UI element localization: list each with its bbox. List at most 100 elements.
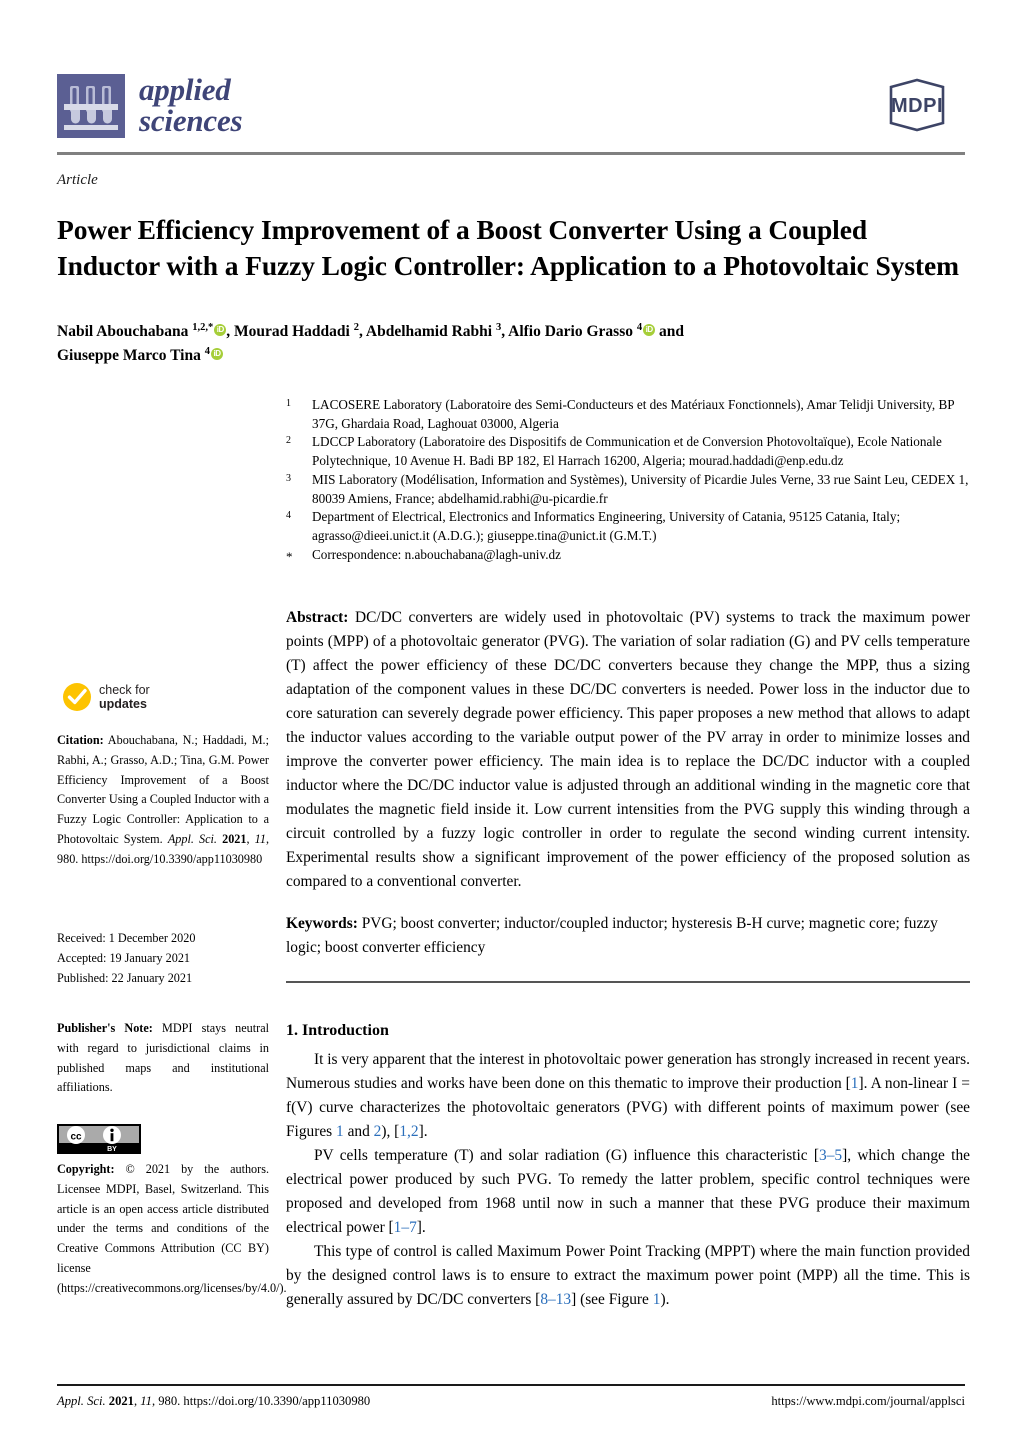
- publishers-note-label: Publisher's Note:: [57, 1021, 153, 1035]
- author-name: Giuseppe Marco Tina: [57, 347, 205, 365]
- footer-journal-name: Appl. Sci.: [57, 1394, 106, 1408]
- abstract: Abstract: DC/DC converters are widely us…: [286, 606, 970, 894]
- citation-space: ,: [246, 831, 255, 846]
- article-type: Article: [57, 172, 98, 188]
- citation-journal: Appl. Sci.: [167, 831, 217, 846]
- affiliation-marker: 1: [286, 398, 291, 409]
- footer-divider: [57, 1384, 965, 1386]
- test-tube-rack-icon: [57, 74, 125, 138]
- author-affiliation-marker: 1,2,*: [192, 322, 214, 333]
- paragraph-text: ].: [418, 1123, 428, 1141]
- section-heading-introduction: 1. Introduction: [286, 1022, 389, 1039]
- footer-volume: 11: [140, 1394, 152, 1408]
- paragraph: PV cells temperature (T) and solar radia…: [286, 1144, 970, 1240]
- copyright-block: Copyright: © 2021 by the authors. Licens…: [57, 1160, 287, 1298]
- author-name: Mourad Haddadi: [234, 323, 354, 341]
- author-separator: and: [655, 323, 684, 341]
- journal-title: applied sciences: [139, 72, 243, 138]
- orcid-icon[interactable]: iD: [643, 324, 656, 337]
- author-line-2: Giuseppe Marco Tina 4 iD: [57, 344, 967, 368]
- footer-journal-url[interactable]: https://www.mdpi.com/journal/applsci: [771, 1394, 965, 1409]
- affiliation-item: 2 LDCCP Laboratory (Laboratoire des Dispo…: [286, 433, 971, 470]
- abstract-divider: [286, 981, 970, 983]
- paragraph-text: and: [343, 1123, 374, 1141]
- abstract-text: DC/DC converters are widely used in phot…: [286, 609, 970, 891]
- affiliation-item: 3 MIS Laboratory (Modélisation, Informati…: [286, 471, 971, 508]
- publication-date: Published: 22 January 2021: [57, 970, 193, 985]
- paper-page: applied sciences MDPI Article Power Effi…: [0, 0, 1020, 1442]
- publishers-note: Publisher's Note: MDPI stays neutral wit…: [57, 1019, 269, 1098]
- journal-title-line2: sciences: [139, 103, 243, 138]
- paragraph-text: ).: [660, 1291, 670, 1309]
- footer-article-number: 980: [158, 1394, 178, 1408]
- author-separator: ,: [358, 323, 366, 341]
- footer-doi[interactable]: https://doi.org/10.3390/app11030980: [183, 1394, 370, 1408]
- introduction-body: It is very apparent that the interest in…: [286, 1048, 970, 1312]
- footer-year: 2021: [108, 1394, 134, 1408]
- affiliation-text: Correspondence: n.abouchabana@lagh-univ.…: [312, 546, 561, 562]
- citation-link[interactable]: 3–5: [819, 1147, 842, 1164]
- svg-text:BY: BY: [107, 1146, 117, 1153]
- svg-text:MDPI: MDPI: [891, 95, 943, 117]
- affiliation-marker: *: [286, 548, 293, 564]
- paragraph-text: ] (see Figure: [571, 1291, 653, 1309]
- orcid-icon[interactable]: iD: [210, 348, 223, 361]
- citation-year: 2021: [222, 831, 247, 846]
- affiliation-list: 1 LACOSERE Laboratory (Laboratoire des Se…: [286, 396, 971, 566]
- footer-citation: Appl. Sci. 2021, 11, 980. https://doi.or…: [57, 1394, 370, 1409]
- author-name: Nabil Abouchabana: [57, 323, 193, 341]
- affiliation-item: 4 Department of Electrical, Electronics a…: [286, 508, 971, 545]
- journal-title-line1: applied: [139, 72, 231, 108]
- citation-link[interactable]: 1,2: [399, 1123, 418, 1140]
- citation-volume: 11: [254, 831, 266, 846]
- affiliation-text: MIS Laboratory (Modélisation, Informatio…: [312, 471, 969, 506]
- affiliation-marker: 2: [286, 435, 291, 447]
- citation-link[interactable]: 1: [851, 1075, 859, 1092]
- citation-doi[interactable]: https://doi.org/10.3390/app11030980: [81, 852, 262, 866]
- keywords-label: Keywords:: [286, 915, 358, 932]
- page-title: Power Efficiency Improvement of a Boost …: [57, 214, 959, 282]
- check-for-updates-label: check for updates: [99, 683, 150, 712]
- keywords: Keywords: PVG; boost converter; inductor…: [286, 912, 970, 960]
- author-affiliation-marker: 4: [204, 346, 210, 358]
- paragraph-text: ), [: [381, 1123, 400, 1141]
- creative-commons-by-icon[interactable]: cc BY: [57, 1124, 141, 1154]
- check-updates-line1: check for: [99, 682, 150, 697]
- masthead: applied sciences MDPI: [57, 70, 965, 148]
- citation-link[interactable]: 1: [336, 1123, 344, 1140]
- copyright-label: Copyright:: [57, 1162, 115, 1176]
- affiliation-marker: 4: [286, 510, 291, 522]
- author-line-1: Nabil Abouchabana 1,2,* iD, Mourad Haddad…: [57, 320, 967, 344]
- publication-date: Received: 1 December 2020: [57, 931, 196, 945]
- copyright-text: © 2021 by the authors. Licensee MDPI, Ba…: [57, 1162, 287, 1295]
- affiliation-item: 1 LACOSERE Laboratory (Laboratoire des Se…: [286, 396, 971, 433]
- author-name: Abdelhamid Rabhi: [365, 323, 496, 341]
- citation-block: Citation: Abouchabana, N.; Haddadi, M.; …: [57, 731, 269, 869]
- citation-authors-title: Abouchabana, N.; Haddadi, M.; Rabhi, A.;…: [57, 733, 269, 846]
- paragraph: This type of control is called Maximum P…: [286, 1240, 970, 1312]
- header-divider: [57, 152, 965, 155]
- citation-space: ,: [265, 831, 270, 846]
- paragraph-text: ].: [416, 1219, 426, 1237]
- check-circle-icon: [63, 683, 91, 711]
- paragraph-text: PV cells temperature (T) and solar radia…: [314, 1147, 819, 1165]
- author-separator: ,: [226, 323, 234, 341]
- mdpi-logo[interactable]: MDPI: [869, 78, 965, 132]
- affiliation-text: LDCCP Laboratory (Laboratoire des Dispos…: [312, 434, 942, 469]
- citation-label: Citation:: [57, 733, 104, 747]
- orcid-icon[interactable]: iD: [214, 324, 227, 337]
- publication-date: Accepted: 19 January 2021: [57, 950, 191, 965]
- citation-link[interactable]: 1–7: [394, 1219, 417, 1236]
- citation-article-number: 980: [57, 851, 76, 866]
- citation-link[interactable]: 8–13: [540, 1291, 571, 1308]
- author-affiliation-marker: 4: [636, 322, 643, 333]
- abstract-label: Abstract:: [286, 609, 349, 626]
- affiliation-text: Department of Electrical, Electronics an…: [312, 509, 901, 544]
- journal-logo[interactable]: applied sciences: [57, 72, 243, 138]
- paragraph: It is very apparent that the interest in…: [286, 1048, 970, 1144]
- check-for-updates-badge[interactable]: check for updates: [62, 682, 150, 712]
- check-updates-line2: updates: [99, 697, 147, 711]
- affiliation-marker: 3: [286, 472, 291, 484]
- author-list: Nabil Abouchabana 1,2,* iD, Mourad Haddad…: [57, 320, 967, 368]
- author-name: Alfio Dario Grasso: [508, 323, 637, 341]
